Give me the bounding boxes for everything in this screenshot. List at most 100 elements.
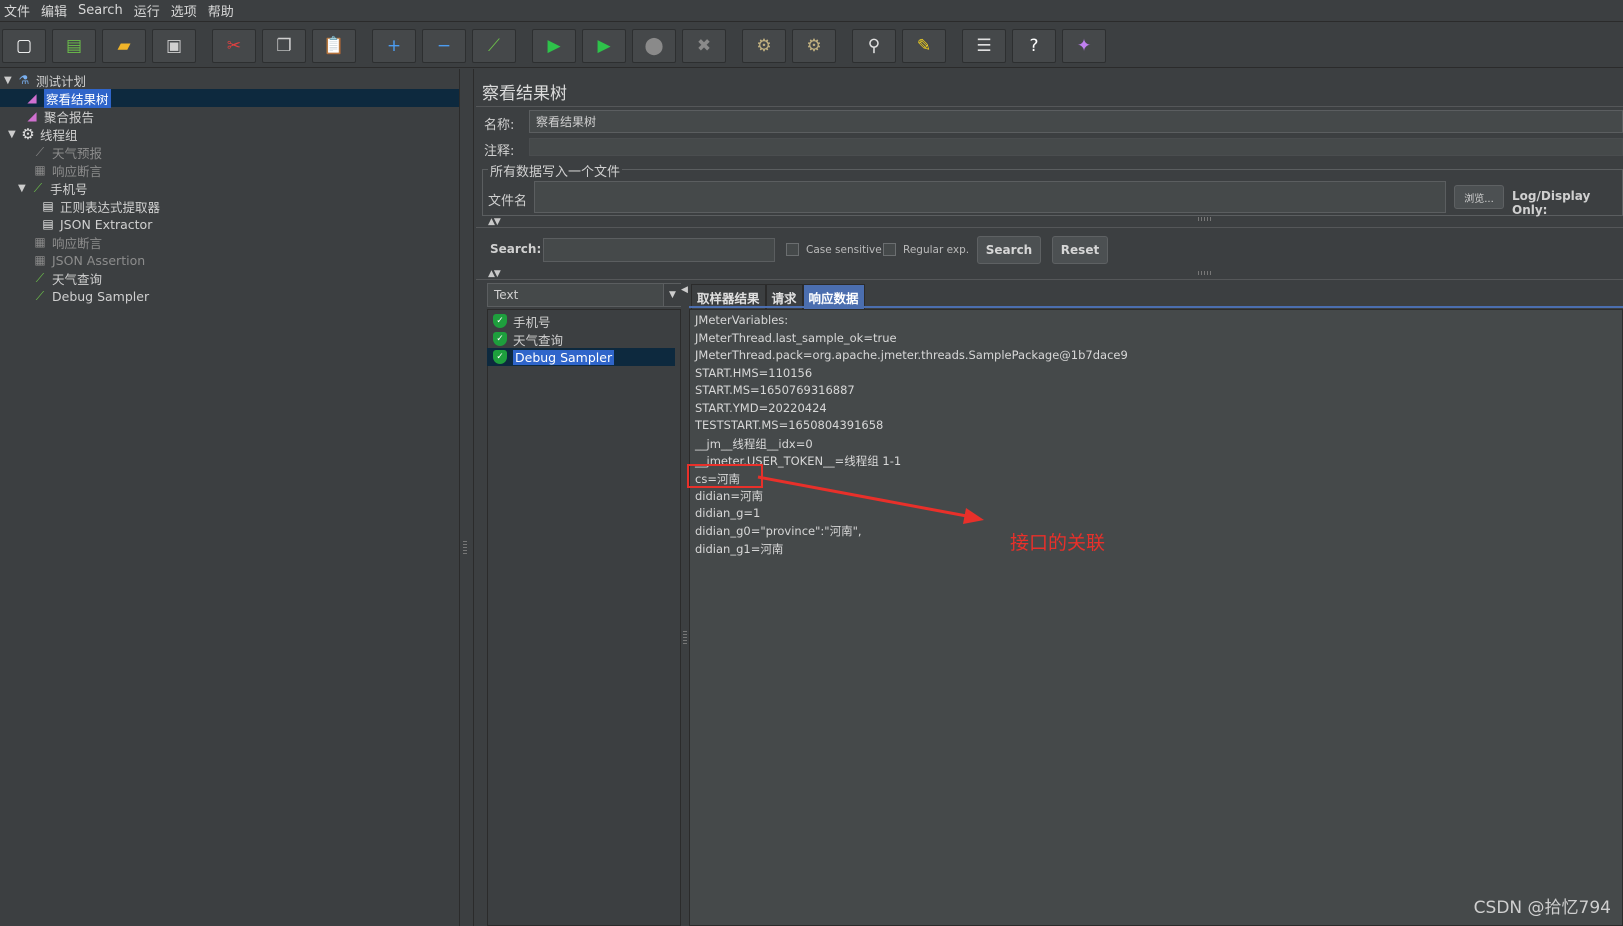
reset-search-icon: ✎ bbox=[916, 36, 932, 56]
file-group-title: 所有数据写入一个文件 bbox=[488, 161, 623, 180]
paste-button[interactable]: 📋 bbox=[312, 29, 356, 63]
reset-button[interactable]: Reset bbox=[1052, 236, 1108, 264]
arrow-head bbox=[963, 508, 984, 524]
tree-item-thread-group[interactable]: ▼ ⚙ 线程组 bbox=[8, 125, 78, 143]
remote-button[interactable]: ✦ bbox=[1062, 29, 1106, 63]
collapse-toggle-icon[interactable]: ▼ bbox=[8, 129, 20, 140]
collapse-arrows-icon[interactable]: ▲▼ bbox=[488, 217, 501, 227]
collapse-toggle-icon[interactable]: ▼ bbox=[4, 75, 16, 86]
splitter-grip[interactable] bbox=[683, 631, 687, 645]
success-shield-icon: ✓ bbox=[493, 332, 507, 346]
case-sensitive-checkbox[interactable] bbox=[786, 243, 799, 256]
expand-button[interactable]: + bbox=[372, 29, 416, 63]
cut-button[interactable]: ✂ bbox=[212, 29, 256, 63]
splitter-grip[interactable] bbox=[463, 541, 467, 555]
pipette-icon: ⟋ bbox=[35, 270, 45, 285]
assertion-icon: ▦ bbox=[34, 253, 46, 267]
expand-icon: + bbox=[386, 36, 402, 56]
function-helper-button[interactable]: ☰ bbox=[962, 29, 1006, 63]
open-button[interactable]: ▰ bbox=[102, 29, 146, 63]
remote-icon: ✦ bbox=[1076, 36, 1092, 56]
document-icon: ▤ bbox=[42, 217, 54, 231]
pipette-icon: ⟋ bbox=[35, 288, 45, 303]
clear-button[interactable]: ⚙ bbox=[742, 29, 786, 63]
name-field[interactable] bbox=[529, 110, 1623, 133]
result-item[interactable]: ✓ Debug Sampler bbox=[487, 348, 675, 366]
main-splitter[interactable] bbox=[460, 69, 474, 926]
collapse-icon: − bbox=[436, 36, 452, 56]
search-label: Search: bbox=[490, 242, 542, 256]
tree-item-weather-query[interactable]: ⟋ 天气查询 bbox=[32, 269, 102, 287]
save-icon: ▣ bbox=[165, 36, 183, 56]
tree-item-label: 手机号 bbox=[50, 181, 88, 197]
results-splitter[interactable]: ◀ bbox=[681, 281, 689, 926]
new-icon: ▢ bbox=[15, 36, 33, 56]
tree-item-label: JSON Extractor bbox=[60, 216, 153, 232]
regular-exp-checkbox[interactable] bbox=[883, 243, 896, 256]
collapse-left-icon[interactable]: ◀ bbox=[681, 285, 688, 295]
search-button[interactable]: Search bbox=[977, 236, 1041, 264]
function-helper-icon: ☰ bbox=[976, 36, 992, 56]
comment-field[interactable] bbox=[529, 138, 1623, 156]
tree-item-view-results-tree[interactable]: ◢ 察看结果树 bbox=[0, 88, 459, 108]
tree-item-debug-sampler[interactable]: ⟋ Debug Sampler bbox=[32, 287, 149, 305]
tree-item-json-assertion[interactable]: ▦ JSON Assertion bbox=[32, 251, 145, 269]
shutdown-button[interactable]: ✖ bbox=[682, 29, 726, 63]
tree-item-response-assertion[interactable]: ▦ 响应断言 bbox=[32, 161, 102, 179]
search-icon: ⚲ bbox=[867, 36, 881, 56]
document-icon: ▤ bbox=[42, 199, 54, 213]
graph-icon: ◢ bbox=[27, 109, 37, 123]
pipette-icon: ⟋ bbox=[35, 144, 45, 159]
toggle-icon: ⟋ bbox=[488, 36, 500, 56]
result-item[interactable]: ✓ 手机号 bbox=[493, 312, 551, 330]
response-line: didian_g=1 bbox=[695, 505, 761, 520]
collapse-button[interactable]: − bbox=[422, 29, 466, 63]
copy-icon: ❐ bbox=[276, 36, 292, 56]
search-input[interactable] bbox=[543, 238, 775, 262]
new-button[interactable]: ▢ bbox=[2, 29, 46, 63]
tree-item-label: 察看结果树 bbox=[44, 88, 111, 108]
tree-item-weather-forecast[interactable]: ⟋ 天气预报 bbox=[32, 143, 102, 161]
menu-file[interactable]: 文件 bbox=[0, 1, 37, 20]
help-button[interactable]: ? bbox=[1012, 29, 1056, 63]
search-button[interactable]: ⚲ bbox=[852, 29, 896, 63]
splitter-grip[interactable] bbox=[1198, 271, 1212, 275]
assertion-icon: ▦ bbox=[34, 163, 46, 177]
menu-options[interactable]: 选项 bbox=[167, 1, 204, 20]
tree-item-response-assertion[interactable]: ▦ 响应断言 bbox=[32, 233, 102, 251]
tree-item-regex-extractor[interactable]: ▤ 正则表达式提取器 bbox=[40, 197, 160, 215]
renderer-select[interactable]: Text bbox=[487, 283, 681, 307]
result-item[interactable]: ✓ 天气查询 bbox=[493, 330, 563, 348]
splitter-grip[interactable] bbox=[1198, 217, 1212, 221]
menu-help[interactable]: 帮助 bbox=[204, 1, 241, 20]
response-data-view[interactable]: JMeterVariables: JMeterThread.last_sample… bbox=[689, 309, 1623, 926]
start-button[interactable]: ▶ bbox=[532, 29, 576, 63]
menu-edit[interactable]: 编辑 bbox=[37, 1, 74, 20]
collapse-arrows-icon[interactable]: ▲▼ bbox=[488, 269, 501, 279]
tree-item-label: 聚合报告 bbox=[44, 109, 95, 125]
browse-button[interactable]: 浏览... bbox=[1454, 185, 1504, 209]
chevron-down-icon[interactable]: ▼ bbox=[663, 284, 681, 306]
result-item-label: Debug Sampler bbox=[513, 349, 615, 365]
filename-field[interactable] bbox=[534, 181, 1446, 213]
tree-item-test-plan[interactable]: ▼ ⚗ 测试计划 bbox=[4, 71, 86, 89]
annotation-label: 接口的关联 bbox=[1010, 532, 1106, 554]
clear-all-button[interactable]: ⚙ bbox=[792, 29, 836, 63]
copy-button[interactable]: ❐ bbox=[262, 29, 306, 63]
stop-button[interactable]: ⬤ bbox=[632, 29, 676, 63]
templates-button[interactable]: ▤ bbox=[52, 29, 96, 63]
menu-search[interactable]: Search bbox=[74, 3, 130, 18]
toggle-button[interactable]: ⟋ bbox=[472, 29, 516, 63]
tree-item-phone-number[interactable]: ▼ ⟋ 手机号 bbox=[18, 179, 88, 197]
view-results-tree-panel: 察看结果树 名称: 注释: 所有数据写入一个文件 文件名 浏览... Log/D… bbox=[476, 69, 1623, 926]
save-button[interactable]: ▣ bbox=[152, 29, 196, 63]
response-line: didian_g0="province":"河南", bbox=[695, 524, 862, 538]
tree-item-json-extractor[interactable]: ▤ JSON Extractor bbox=[40, 215, 152, 233]
menu-run[interactable]: 运行 bbox=[130, 1, 167, 20]
reset-search-button[interactable]: ✎ bbox=[902, 29, 946, 63]
tree-item-aggregate-report[interactable]: ◢ 聚合报告 bbox=[24, 107, 94, 125]
results-list bbox=[487, 309, 681, 926]
collapse-toggle-icon[interactable]: ▼ bbox=[18, 183, 30, 194]
start-no-pause-button[interactable]: ▶ bbox=[582, 29, 626, 63]
start-icon: ▶ bbox=[547, 36, 561, 56]
